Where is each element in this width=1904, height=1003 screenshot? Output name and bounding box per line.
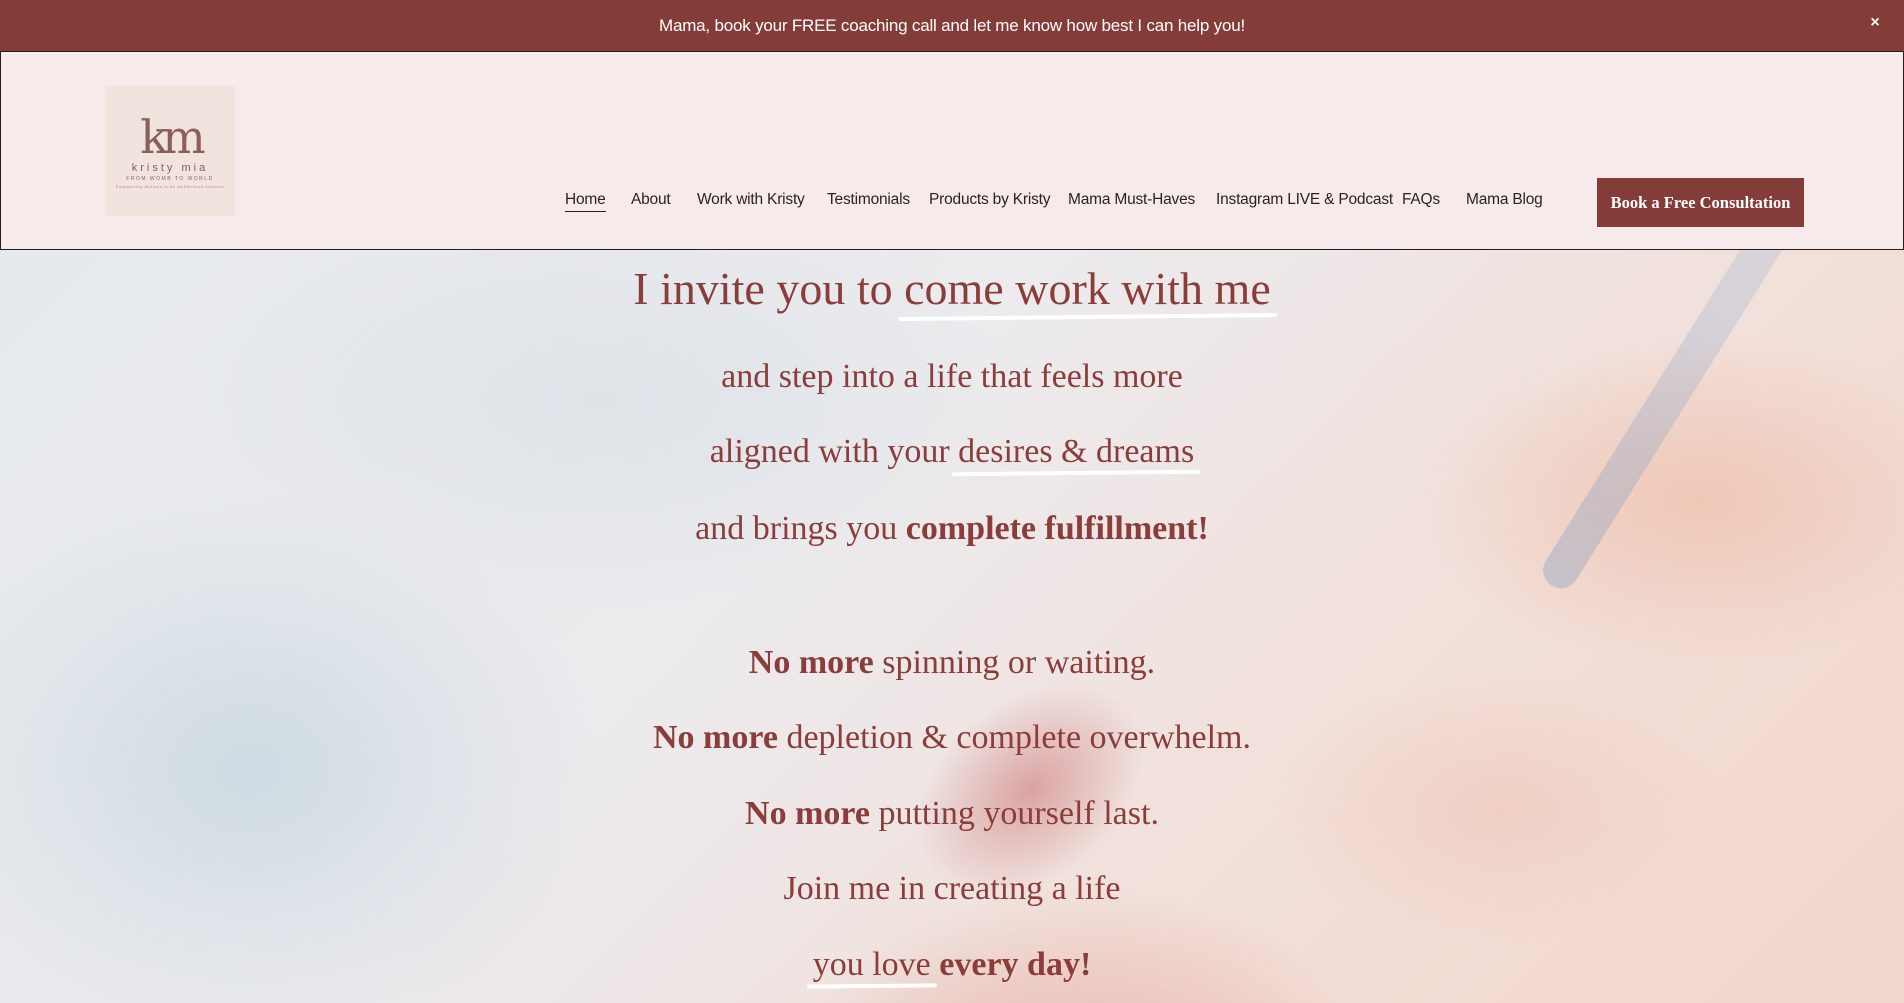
hero-text: I invite you to: [633, 263, 905, 314]
nav-item-home[interactable]: Home: [565, 191, 606, 212]
nav-item-mama-blog[interactable]: Mama Blog: [1466, 191, 1543, 209]
hero-line: No more spinning or waiting.: [0, 644, 1904, 682]
hero-text: and brings you: [695, 510, 906, 547]
hero-highlight: come work with me: [904, 263, 1271, 314]
nav-item-testimonials[interactable]: Testimonials: [827, 191, 910, 209]
hero-line: aligned with your desires & dreams: [0, 433, 1904, 471]
nav-item-mama-must-haves[interactable]: Mama Must-Haves: [1068, 191, 1195, 209]
nav-item-about[interactable]: About: [631, 191, 671, 209]
announcement-bar: Mama, book your FREE coaching call and l…: [0, 0, 1904, 51]
book-consultation-button[interactable]: Book a Free Consultation: [1597, 178, 1804, 227]
hero-line: No more depletion & complete overwhelm.: [0, 719, 1904, 757]
site-header: km kristy mia FROM WOMB TO WORLD Empower…: [0, 51, 1904, 250]
logo-name: kristy mia: [131, 161, 209, 174]
hero-bold-text: No more: [745, 795, 870, 832]
site-logo[interactable]: km kristy mia FROM WOMB TO WORLD Empower…: [105, 86, 235, 216]
logo-tagline: FROM WOMB TO WORLD: [126, 175, 214, 182]
nav-item-products-by-kristy[interactable]: Products by Kristy: [929, 191, 1051, 209]
hero-bold-text: No more: [748, 644, 874, 681]
nav-item-work-with-kristy[interactable]: Work with Kristy: [697, 191, 805, 209]
hero-text: depletion & complete overwhelm.: [777, 719, 1251, 756]
hero-heading: I invite you to come work with me: [0, 262, 1904, 315]
hero-line: Join me in creating a life: [783, 870, 1121, 907]
close-icon[interactable]: ×: [1864, 12, 1886, 34]
hero-text: aligned with your: [709, 433, 959, 470]
hero-line: you love every day!: [0, 946, 1904, 984]
nav-item-instagram-live-podcast[interactable]: Instagram LIVE & Podcast: [1216, 191, 1393, 209]
hero-bold-text: every day!: [930, 946, 1092, 983]
logo-subtagline: Empowering Mothers in All Motherhood Sea…: [115, 183, 225, 189]
hero-line: and brings you complete fulfillment!: [0, 510, 1904, 548]
announcement-text[interactable]: Mama, book your FREE coaching call and l…: [659, 16, 1245, 36]
hero-text: putting yourself last.: [869, 795, 1159, 832]
hero-text: spinning or waiting.: [873, 644, 1156, 681]
hero-line: No more putting yourself last.: [0, 795, 1904, 833]
hero-bold-text: complete fulfillment!: [905, 510, 1209, 547]
logo-mark: km: [140, 109, 205, 164]
hero-bold-text: No more: [653, 719, 778, 756]
hero-highlight: desires & dreams: [958, 433, 1195, 470]
hero-line: and step into a life that feels more: [721, 358, 1183, 395]
nav-item-faqs[interactable]: FAQs: [1402, 191, 1440, 209]
hero-highlight: you love: [812, 946, 931, 983]
